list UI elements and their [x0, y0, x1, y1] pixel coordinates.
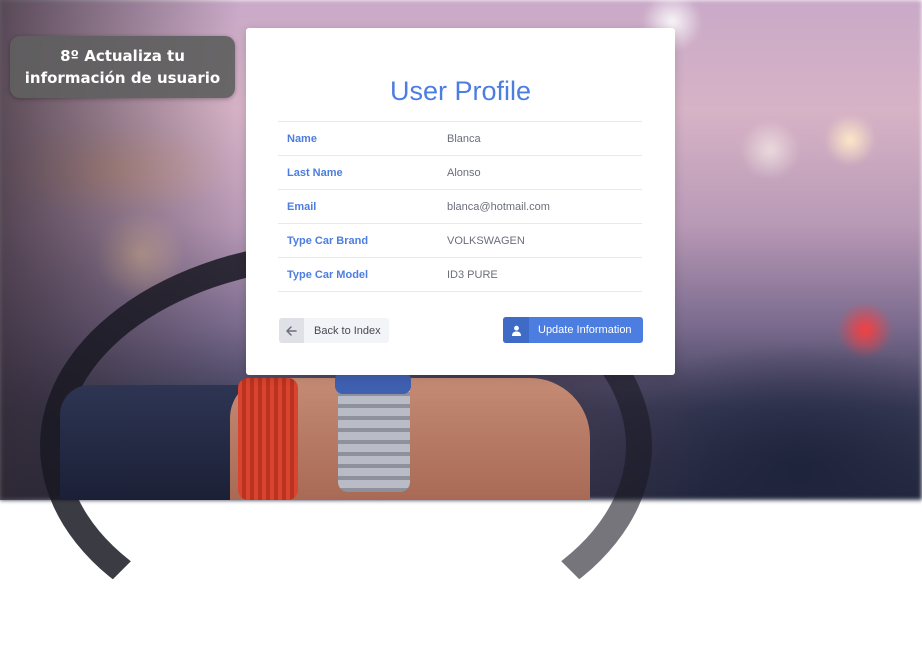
profile-value: blanca@hotmail.com: [447, 200, 550, 213]
profile-label: Type Car Brand: [287, 234, 369, 247]
step-badge-line1: 8º Actualiza tu: [60, 47, 185, 65]
background-watch-face: [335, 372, 411, 394]
profile-label: Type Car Model: [287, 268, 369, 281]
update-information-label: Update Information: [538, 324, 632, 336]
user-profile-card: User Profile Name Blanca Last Name Alons…: [246, 28, 675, 375]
user-icon: [503, 317, 529, 343]
back-to-index-button[interactable]: Back to Index: [279, 318, 389, 343]
profile-row-name: Name Blanca: [278, 122, 642, 156]
back-to-index-label: Back to Index: [314, 324, 381, 337]
step-badge-line2: información de usuario: [24, 69, 221, 87]
profile-row-car-brand: Type Car Brand VOLKSWAGEN: [278, 224, 642, 258]
profile-row-last-name: Last Name Alonso: [278, 156, 642, 190]
profile-value: Blanca: [447, 132, 481, 145]
profile-label: Last Name: [287, 166, 343, 179]
background-cuff: [238, 378, 298, 500]
profile-table: Name Blanca Last Name Alonso Email blanc…: [278, 121, 642, 292]
page-title: User Profile: [389, 76, 532, 106]
step-badge: 8º Actualiza tu información de usuario: [10, 36, 235, 98]
profile-label: Email: [287, 200, 317, 213]
profile-label: Name: [287, 132, 317, 145]
profile-value: VOLKSWAGEN: [447, 234, 525, 247]
update-information-button[interactable]: Update Information: [503, 317, 643, 343]
profile-row-car-model: Type Car Model ID3 PURE: [278, 258, 642, 292]
arrow-left-icon: [279, 318, 304, 343]
profile-value: ID3 PURE: [447, 268, 498, 281]
profile-value: Alonso: [447, 166, 481, 179]
profile-row-email: Email blanca@hotmail.com: [278, 190, 642, 224]
